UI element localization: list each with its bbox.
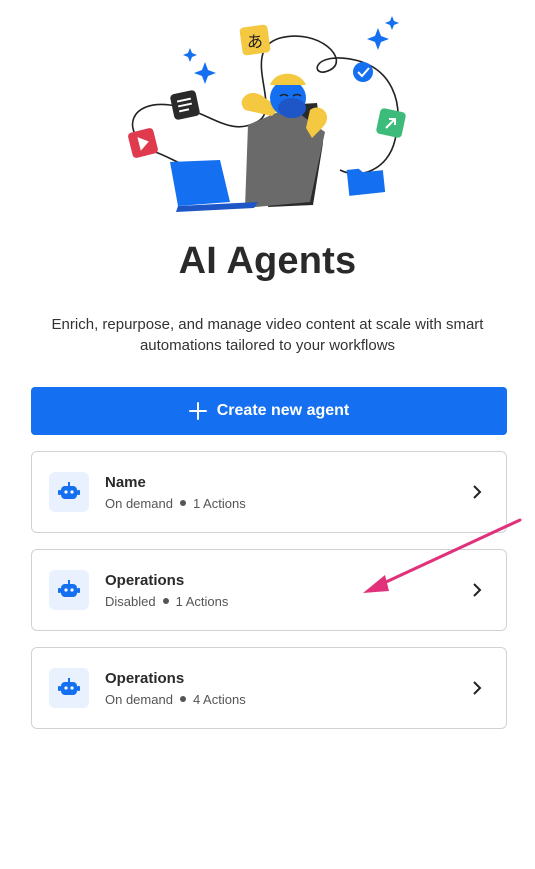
agent-actions-count: 4 Actions <box>192 691 246 707</box>
agent-card[interactable]: Operations On demand 4 Actions <box>31 647 507 729</box>
robot-icon <box>49 668 89 708</box>
robot-icon <box>49 472 89 512</box>
agent-mode: On demand <box>105 495 173 511</box>
agent-card[interactable]: Operations Disabled 1 Actions <box>31 549 507 631</box>
agent-mode: Disabled <box>105 593 156 609</box>
page-subtitle: Enrich, repurpose, and manage video cont… <box>51 316 484 354</box>
sparkle-icon <box>367 28 389 50</box>
agent-actions-count: 1 Actions <box>175 593 229 609</box>
separator-dot <box>179 500 186 506</box>
agent-actions-count: 1 Actions <box>192 495 246 511</box>
plus-icon <box>188 402 207 420</box>
page-title: AI Agents <box>178 240 357 282</box>
hero-illustration: あ <box>128 16 406 212</box>
agent-meta: On demand 1 Actions <box>105 496 470 511</box>
agent-name: Name <box>105 473 146 491</box>
separator-dot <box>179 696 186 702</box>
create-agent-button[interactable]: Create new agent <box>31 387 507 435</box>
agent-mode: On demand <box>105 691 173 707</box>
agent-meta: Disabled 1 Actions <box>105 594 470 609</box>
chevron-right-icon <box>473 583 482 597</box>
chevron-right-icon <box>473 681 482 695</box>
sparkle-icon <box>194 62 216 84</box>
agent-meta: On demand 4 Actions <box>105 692 470 707</box>
agent-card[interactable]: Name On demand 1 Actions <box>31 451 507 533</box>
translate-glyph: あ <box>247 32 263 51</box>
create-agent-label: Create new agent <box>216 402 350 419</box>
sparkle-icon <box>385 16 399 30</box>
robot-icon <box>49 570 89 610</box>
separator-dot <box>162 598 169 604</box>
agent-name: Operations <box>105 571 185 589</box>
chevron-right-icon <box>473 485 482 499</box>
agent-name: Operations <box>105 669 185 687</box>
sparkle-icon <box>183 48 197 62</box>
